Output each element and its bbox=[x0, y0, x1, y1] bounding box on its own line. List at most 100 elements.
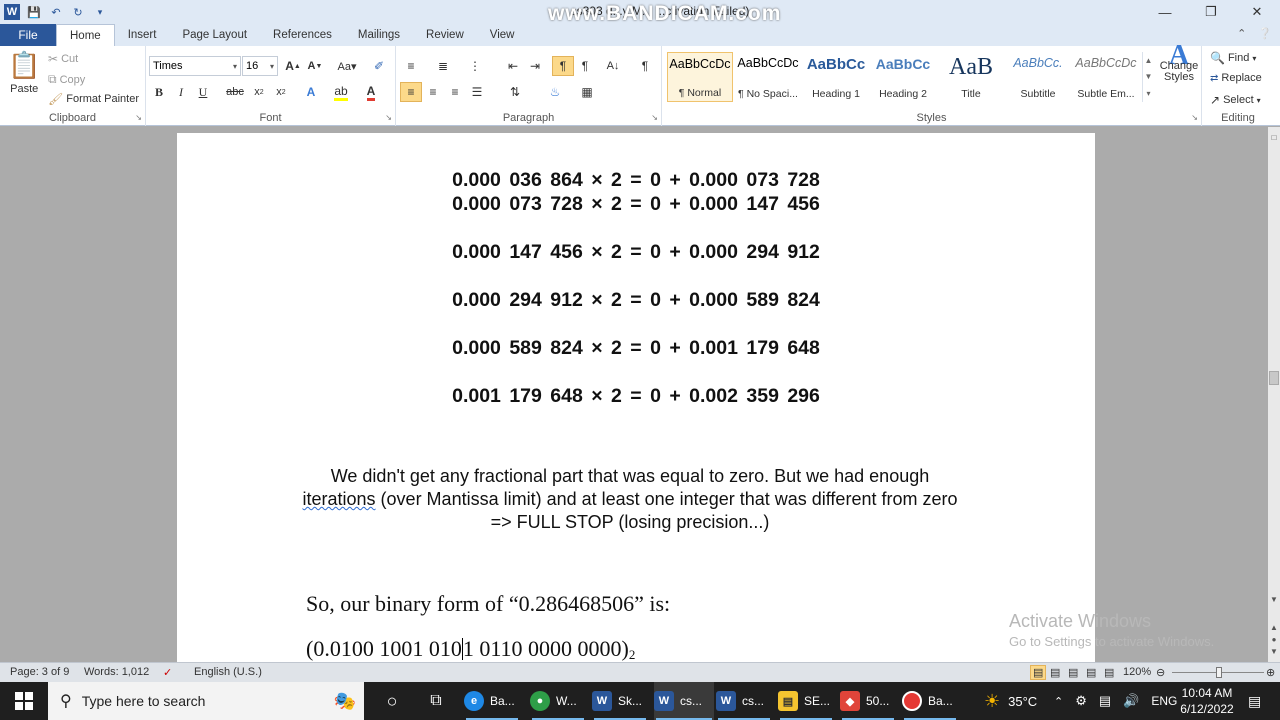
input-language[interactable]: ENG bbox=[1151, 694, 1177, 708]
bold-icon[interactable]: B bbox=[148, 82, 170, 102]
minimize-button[interactable]: — bbox=[1142, 0, 1188, 24]
show-formatting-marks-icon[interactable]: ¶ bbox=[634, 56, 656, 76]
full-screen-reading-icon[interactable]: ▤ bbox=[1050, 666, 1060, 679]
bullets-icon[interactable]: ≡ bbox=[400, 56, 422, 76]
style-normal[interactable]: AaBbCcDc ¶ Normal bbox=[667, 52, 733, 102]
find-button[interactable]: 🔍 Find ▾ bbox=[1210, 51, 1256, 65]
change-styles-button[interactable]: A Change Styles bbox=[1158, 42, 1200, 83]
subscript-icon[interactable]: x2 bbox=[248, 82, 270, 102]
next-page-icon[interactable]: ▼ bbox=[1268, 647, 1280, 656]
tab-file[interactable]: File bbox=[0, 24, 56, 46]
chevron-down-icon[interactable]: ▼ bbox=[1145, 72, 1153, 81]
undo-icon[interactable]: ↶ bbox=[48, 4, 64, 20]
taskbar-app-bandicam[interactable]: Ba... bbox=[902, 682, 958, 720]
help-icon[interactable]: ❔ bbox=[1258, 27, 1272, 40]
zoom-slider-thumb[interactable] bbox=[1216, 667, 1222, 678]
style-heading-2[interactable]: AaBbCc Heading 2 bbox=[870, 52, 936, 102]
font-name-combo[interactable]: Times ▾ bbox=[149, 56, 241, 76]
taskbar-app-chrome[interactable]: ● W... bbox=[530, 682, 586, 720]
style-heading-1[interactable]: AaBbCc Heading 1 bbox=[803, 52, 869, 102]
shrink-font-icon[interactable]: A ▼ bbox=[304, 56, 326, 76]
previous-page-icon[interactable]: ▲ bbox=[1268, 623, 1280, 632]
style-subtitle[interactable]: AaBbCc. Subtitle bbox=[1005, 52, 1071, 102]
taskbar-app-red[interactable]: ◆ 50... bbox=[840, 682, 896, 720]
tab-page-layout[interactable]: Page Layout bbox=[169, 24, 260, 46]
styles-launcher-icon[interactable]: ↘ bbox=[1191, 113, 1198, 122]
volume-icon[interactable]: 🔊 bbox=[1123, 693, 1139, 709]
taskbar-app-word-3[interactable]: W cs... bbox=[716, 682, 772, 720]
tab-view[interactable]: View bbox=[477, 24, 528, 46]
ltr-direction-icon[interactable]: ¶ bbox=[552, 56, 574, 76]
document-page[interactable]: 0.000 036 864 × 2 = 0 + 0.000 073 728 0.… bbox=[177, 133, 1095, 662]
replace-button[interactable]: ⇄ Replace bbox=[1210, 72, 1262, 84]
tab-mailings[interactable]: Mailings bbox=[345, 24, 413, 46]
align-left-icon[interactable]: ≡ bbox=[400, 82, 422, 102]
tab-review[interactable]: Review bbox=[413, 24, 477, 46]
scroll-down-arrow-icon[interactable]: ▼ bbox=[1268, 595, 1280, 604]
highlight-icon[interactable]: ab bbox=[330, 82, 352, 102]
taskbar-app-word-2[interactable]: W cs... bbox=[654, 682, 714, 720]
taskbar-clock[interactable]: 10:04 AM 6/12/2022 bbox=[1176, 685, 1238, 717]
draft-view-icon[interactable]: ▤ bbox=[1104, 666, 1114, 679]
numbering-icon[interactable]: ≣ bbox=[432, 56, 454, 76]
more-icon[interactable]: ▾ bbox=[1146, 89, 1150, 98]
taskbar-app-edge[interactable]: e Ba... bbox=[464, 682, 520, 720]
close-button[interactable]: ✕ bbox=[1234, 0, 1280, 24]
scroll-thumb[interactable] bbox=[1269, 371, 1279, 385]
start-button[interactable] bbox=[0, 682, 48, 720]
save-icon[interactable]: 💾 bbox=[26, 4, 42, 20]
zoom-in-icon[interactable]: ⊕ bbox=[1266, 666, 1275, 679]
task-view-icon[interactable]: ⧉ bbox=[424, 682, 448, 720]
display-icon[interactable]: ▤ bbox=[1099, 693, 1111, 709]
page-indicator[interactable]: Page: 3 of 9 bbox=[10, 666, 69, 678]
clipboard-launcher-icon[interactable]: ↘ bbox=[135, 113, 142, 122]
change-case-icon[interactable]: Aa▾ bbox=[334, 56, 360, 76]
vertical-scrollbar[interactable]: □ ▼ ▲ ● ▼ bbox=[1268, 127, 1280, 662]
paragraph-launcher-icon[interactable]: ↘ bbox=[651, 113, 658, 122]
sort-icon[interactable]: A↓ bbox=[602, 56, 624, 76]
italic-icon[interactable]: I bbox=[170, 82, 192, 102]
copy-button[interactable]: ⧉ Copy bbox=[48, 72, 85, 87]
clear-formatting-icon[interactable]: ✐ bbox=[368, 56, 390, 76]
taskbar-app-word-1[interactable]: W Sk... bbox=[592, 682, 648, 720]
paste-button[interactable]: 📋 Paste bbox=[8, 50, 40, 95]
grow-font-icon[interactable]: A ▲ bbox=[282, 56, 304, 76]
shading-icon[interactable]: ♨ bbox=[544, 82, 566, 102]
language-indicator[interactable]: English (U.S.) bbox=[194, 666, 262, 678]
maximize-button[interactable]: ❐ bbox=[1188, 0, 1234, 24]
redo-icon[interactable]: ↻ bbox=[70, 4, 86, 20]
font-color-icon[interactable]: A bbox=[360, 82, 382, 102]
zoom-out-icon[interactable]: ⊖ bbox=[1156, 666, 1165, 679]
text-effects-icon[interactable]: A bbox=[300, 82, 322, 102]
select-button[interactable]: ↗ Select ▾ bbox=[1210, 93, 1261, 107]
browse-object-icon[interactable]: ● bbox=[1268, 635, 1280, 644]
web-layout-icon[interactable]: ▤ bbox=[1068, 666, 1078, 679]
increase-indent-icon[interactable]: ⇥ bbox=[524, 56, 546, 76]
superscript-icon[interactable]: x2 bbox=[270, 82, 292, 102]
taskbar-app-explorer[interactable]: ▤ SE... bbox=[778, 682, 834, 720]
line-spacing-icon[interactable]: ⇅ bbox=[504, 82, 526, 102]
cortana-icon[interactable]: ○ bbox=[380, 682, 404, 720]
tab-insert[interactable]: Insert bbox=[115, 24, 170, 46]
borders-icon[interactable]: ▦ bbox=[576, 82, 598, 102]
decrease-indent-icon[interactable]: ⇤ bbox=[502, 56, 524, 76]
style-subtle-emphasis[interactable]: AaBbCcDc Subtle Em... bbox=[1073, 52, 1139, 102]
style-title[interactable]: AaB Title bbox=[938, 52, 1004, 102]
proofing-icon[interactable]: ✓ bbox=[163, 666, 172, 679]
chevron-up-icon[interactable]: ⌃ bbox=[1054, 695, 1063, 708]
justify-icon[interactable]: ☰ bbox=[466, 82, 488, 102]
tab-references[interactable]: References bbox=[260, 24, 345, 46]
word-app-icon[interactable]: W bbox=[4, 4, 20, 20]
align-right-icon[interactable]: ≡ bbox=[444, 82, 466, 102]
tab-home[interactable]: Home bbox=[56, 24, 115, 46]
align-center-icon[interactable]: ≡ bbox=[422, 82, 444, 102]
taskbar-search-box[interactable]: ⚲ Type here to search 🎭 bbox=[48, 682, 364, 720]
styles-gallery-scroll[interactable]: ▲ ▼ ▾ bbox=[1142, 52, 1154, 102]
chevron-up-icon[interactable]: ▲ bbox=[1145, 56, 1153, 65]
customize-qat-icon[interactable]: ▾ bbox=[92, 4, 108, 20]
weather-widget[interactable]: ☀ 35°C bbox=[984, 682, 1037, 720]
cut-button[interactable]: ✂ Cut bbox=[48, 52, 78, 66]
font-launcher-icon[interactable]: ↘ bbox=[385, 113, 392, 122]
strikethrough-icon[interactable]: abc bbox=[224, 82, 246, 102]
notifications-icon[interactable]: ▤ bbox=[1248, 682, 1261, 720]
